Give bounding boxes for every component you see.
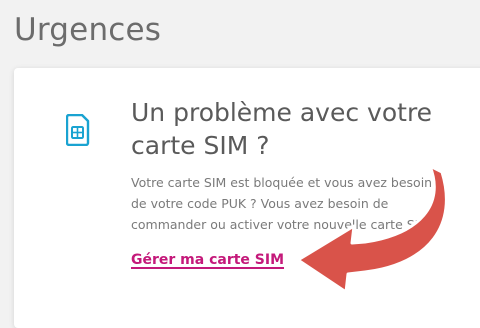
card-description: Votre carte SIM est bloquée et vous avez… <box>131 175 440 232</box>
page-title: Urgences <box>14 12 162 48</box>
sim-card-icon <box>65 113 90 147</box>
manage-sim-link[interactable]: Gérer ma carte SIM <box>131 252 284 268</box>
card-title: Un problème avec votre carte SIM ? <box>131 98 433 160</box>
